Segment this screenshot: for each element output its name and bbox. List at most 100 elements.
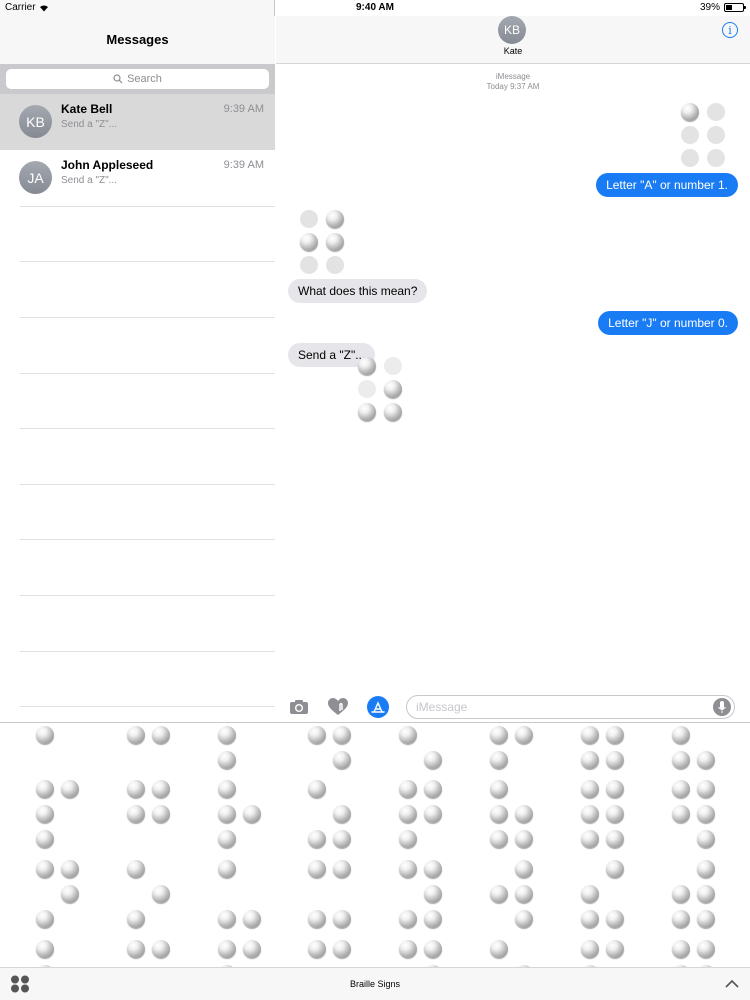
camera-icon — [290, 700, 308, 714]
incoming-message-bubble[interactable]: What does this mean? — [288, 279, 428, 303]
braille-sticker[interactable] — [308, 940, 352, 967]
braille-dot-raised — [61, 780, 79, 798]
search-placeholder: Search — [127, 73, 162, 85]
braille-dot-raised — [490, 885, 508, 903]
braille-sticker[interactable] — [308, 860, 352, 928]
braille-dot-flat — [384, 357, 402, 375]
braille-dot-raised — [243, 910, 261, 928]
braille-dot-raised — [218, 940, 236, 958]
battery-indicator: 39% — [700, 2, 746, 13]
braille-dot-raised — [308, 830, 326, 848]
braille-dot-raised — [218, 910, 236, 928]
braille-sticker[interactable] — [581, 860, 625, 928]
conversation-preview: Send a "Z"... — [61, 175, 118, 186]
braille-dot-raised — [127, 910, 145, 928]
message-input[interactable]: iMessage — [406, 695, 735, 719]
contact-name[interactable]: Kate — [276, 46, 750, 56]
braille-dot-raised — [606, 830, 624, 848]
braille-dot-flat — [358, 380, 376, 398]
braille-dot-raised — [36, 830, 54, 848]
braille-dot-raised — [36, 726, 54, 744]
braille-sticker[interactable] — [581, 780, 625, 848]
braille-dot-raised — [333, 830, 351, 848]
braille-sticker[interactable] — [218, 860, 262, 928]
braille-dot-raised — [127, 780, 145, 798]
info-button[interactable]: i — [722, 22, 738, 38]
braille-sticker[interactable] — [308, 780, 352, 848]
braille-dot-raised — [36, 860, 54, 878]
braille-sticker[interactable] — [399, 940, 443, 967]
braille-sticker[interactable] — [490, 780, 534, 848]
list-divider — [20, 373, 275, 374]
braille-dot-raised — [308, 780, 326, 798]
conversation-john-appleseed[interactable]: JA John Appleseed 9:39 AM Send a "Z"... — [0, 150, 275, 206]
braille-dot-raised — [672, 726, 690, 744]
braille-sticker[interactable] — [36, 780, 80, 848]
braille-dot-raised — [308, 860, 326, 878]
conversation-time: 9:39 AM — [223, 103, 264, 115]
braille-dot-raised — [424, 940, 442, 958]
braille-sticker[interactable] — [581, 940, 625, 967]
braille-sticker[interactable] — [36, 860, 80, 928]
braille-sticker-message[interactable] — [681, 103, 725, 167]
braille-sticker[interactable] — [127, 860, 171, 928]
braille-dot-raised — [333, 726, 351, 744]
braille-sticker[interactable] — [399, 780, 443, 848]
braille-dot-raised — [36, 805, 54, 823]
braille-dot-raised — [384, 380, 402, 398]
search-input[interactable]: Search — [6, 69, 269, 89]
braille-dot-raised — [581, 780, 599, 798]
outgoing-message-bubble[interactable]: Letter "J" or number 0. — [598, 311, 738, 335]
braille-sticker[interactable] — [672, 780, 716, 848]
dragging-braille-sticker[interactable] — [358, 357, 402, 421]
braille-dot-raised — [606, 910, 624, 928]
dictation-button[interactable] — [713, 698, 731, 716]
camera-button[interactable] — [288, 696, 310, 718]
braille-dot-raised — [490, 751, 508, 769]
message-timestamp: iMessage Today 9:37 AM — [276, 72, 750, 92]
braille-sticker[interactable] — [127, 780, 171, 846]
outgoing-message-bubble[interactable]: Letter "A" or number 1. — [596, 173, 738, 197]
braille-dot-raised — [308, 910, 326, 928]
braille-dot-raised — [697, 940, 715, 958]
battery-icon — [724, 3, 746, 12]
contact-avatar[interactable]: KB — [498, 16, 526, 44]
braille-dot-raised — [672, 805, 690, 823]
braille-dot-flat — [707, 126, 725, 144]
avatar: KB — [19, 105, 52, 138]
braille-dot-raised — [218, 830, 236, 848]
braille-sticker[interactable] — [672, 940, 716, 967]
braille-sticker[interactable] — [490, 860, 534, 928]
digital-touch-button[interactable] — [327, 696, 349, 718]
message-placeholder: iMessage — [416, 700, 468, 714]
braille-dot-raised — [581, 940, 599, 958]
braille-dot-raised — [36, 940, 54, 958]
conversation-name: John Appleseed — [61, 158, 154, 172]
braille-sticker[interactable] — [399, 860, 443, 928]
braille-dot-raised — [399, 860, 417, 878]
braille-sticker[interactable] — [672, 860, 716, 928]
conversation-kate-bell[interactable]: KB Kate Bell 9:39 AM Send a "Z"... — [0, 94, 275, 150]
list-divider — [20, 651, 275, 652]
braille-sticker[interactable] — [127, 940, 171, 967]
braille-dot-raised — [606, 805, 624, 823]
braille-dot-raised — [152, 940, 170, 958]
search-bar: Search — [0, 64, 275, 94]
braille-dot-raised — [672, 940, 690, 958]
braille-dot-raised — [424, 805, 442, 823]
expand-button[interactable] — [724, 977, 740, 989]
braille-dot-raised — [399, 726, 417, 744]
braille-sticker[interactable] — [490, 940, 534, 967]
braille-dot-raised — [61, 860, 79, 878]
sidebar-header: Messages — [0, 16, 275, 64]
app-store-button[interactable] — [367, 696, 389, 718]
service-label: iMessage — [495, 72, 531, 81]
braille-sticker-message[interactable] — [300, 210, 344, 274]
braille-dot-raised — [672, 885, 690, 903]
braille-dot-flat — [300, 210, 318, 228]
braille-dot-raised — [218, 860, 236, 878]
braille-sticker[interactable] — [36, 940, 80, 967]
braille-sticker[interactable] — [218, 780, 262, 848]
braille-dot-raised — [218, 726, 236, 744]
braille-sticker[interactable] — [218, 940, 262, 967]
